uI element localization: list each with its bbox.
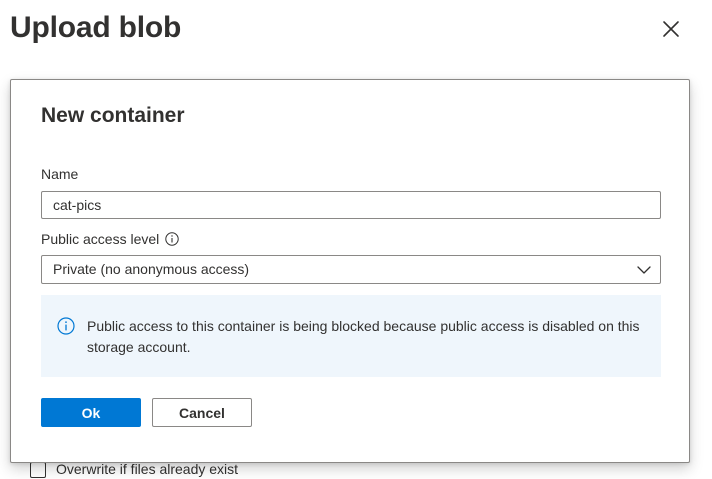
info-icon [57,317,75,335]
close-button[interactable] [659,17,683,41]
name-label: Name [41,166,79,182]
overwrite-checkbox[interactable] [30,462,46,478]
dropdown-selected-value: Private (no anonymous access) [53,261,250,277]
cancel-button[interactable]: Cancel [152,398,252,427]
name-input[interactable] [41,191,661,219]
public-access-label: Public access level [41,231,160,247]
public-access-label-row: Public access level [41,229,179,249]
close-icon [663,21,679,37]
new-container-dialog: New container Name Public access level P… [10,79,690,463]
ok-button[interactable]: Ok [41,398,141,427]
public-access-dropdown[interactable]: Private (no anonymous access) [41,255,661,284]
chevron-down-icon [637,266,651,274]
panel-title: Upload blob [10,11,182,44]
info-icon[interactable] [165,232,179,246]
info-message-text: Public access to this container is being… [87,318,640,355]
info-message-box: Public access to this container is being… [41,295,661,377]
dialog-title: New container [41,104,185,127]
